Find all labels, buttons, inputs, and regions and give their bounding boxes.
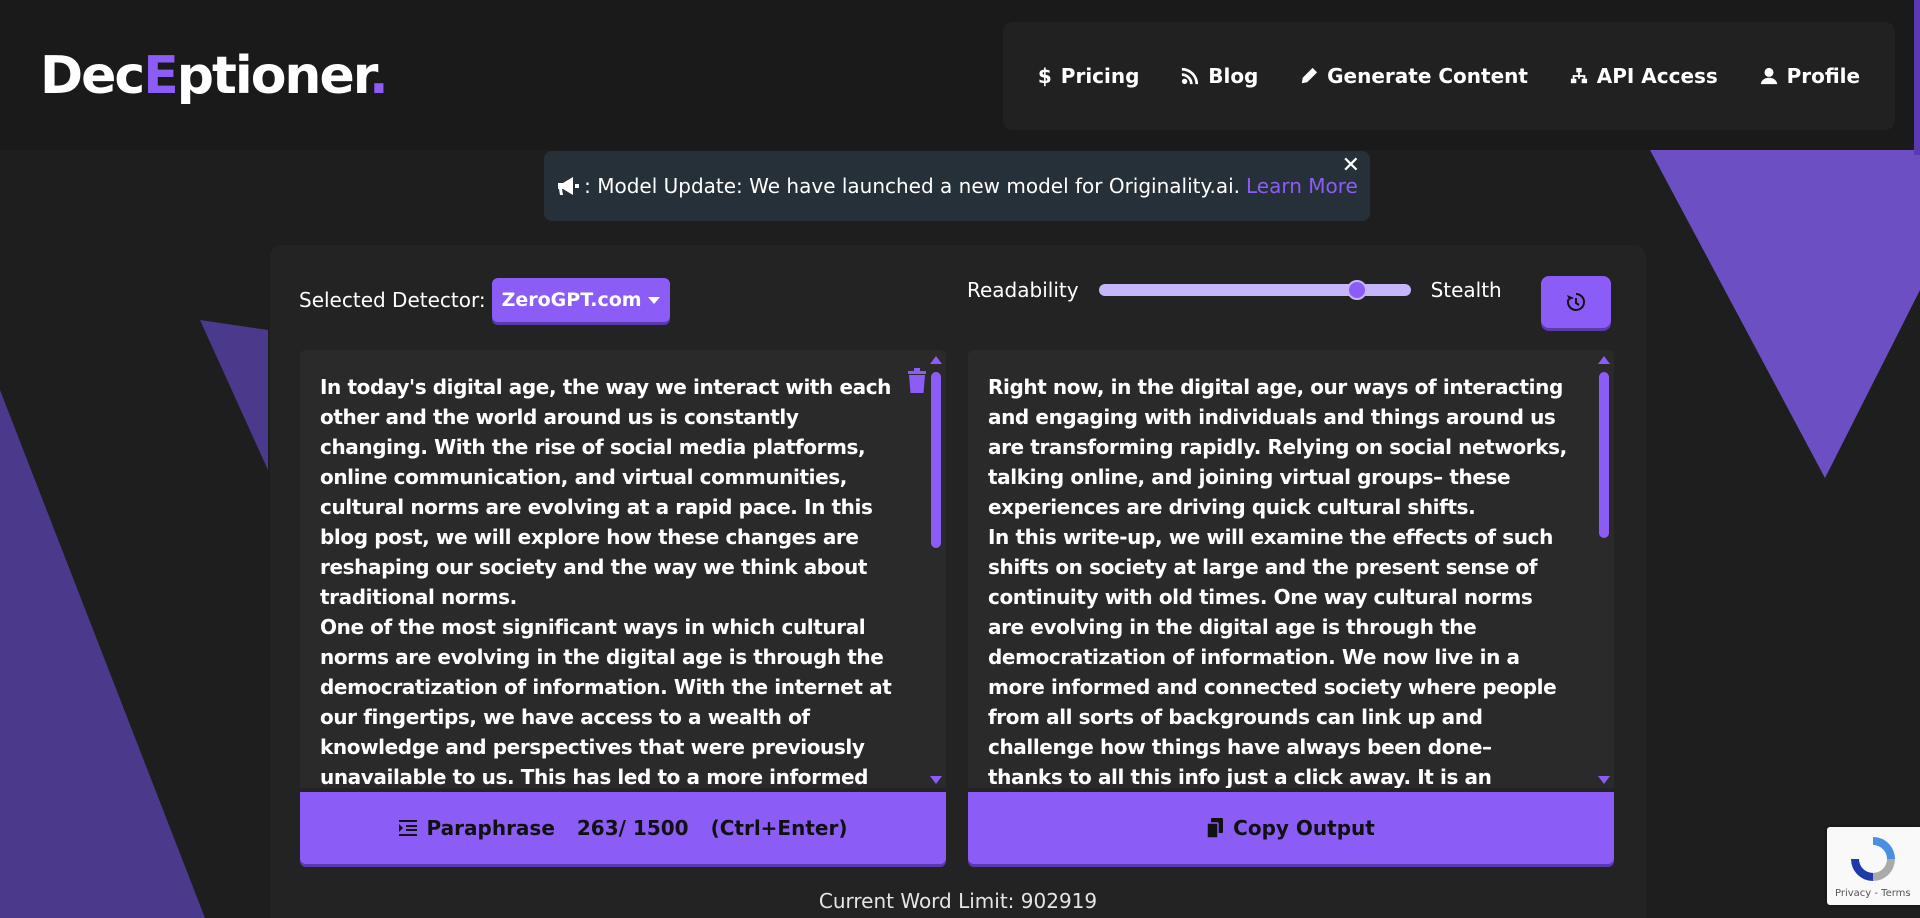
logo-dot: .	[368, 46, 389, 106]
header: DecEptioner. $ Pricing Blog Generate Con…	[0, 0, 1920, 150]
pen-icon	[1301, 67, 1318, 84]
detector-controls: Selected Detector: ZeroGPT.com	[299, 278, 670, 322]
scroll-down-arrow[interactable]	[930, 776, 942, 784]
output-text[interactable]: Right now, in the digital age, our ways …	[988, 372, 1570, 788]
paraphraser-panel: Selected Detector: ZeroGPT.com Readabili…	[270, 245, 1646, 918]
input-scrollbar-thumb[interactable]	[931, 372, 941, 548]
output-scrollbar-thumb[interactable]	[1599, 372, 1609, 538]
copy-output-label: Copy Output	[1233, 816, 1375, 840]
nav-profile-label: Profile	[1786, 64, 1861, 88]
sitemap-icon	[1570, 67, 1587, 84]
dollar-icon: $	[1037, 64, 1052, 88]
paraphrase-button[interactable]: Paraphrase 263/ 1500 (Ctrl+Enter)	[300, 792, 946, 864]
readability-label: Readability	[967, 278, 1079, 302]
paraphrase-label: Paraphrase	[426, 816, 555, 840]
nav-pricing[interactable]: $ Pricing	[1038, 64, 1140, 88]
readability-stealth-slider[interactable]	[1098, 280, 1411, 300]
detector-label: Selected Detector:	[299, 288, 486, 312]
chevron-down-icon	[647, 296, 660, 304]
readability-controls: Readability Stealth	[967, 278, 1502, 302]
detector-value: ZeroGPT.com	[501, 289, 642, 311]
nav-pricing-label: Pricing	[1060, 64, 1140, 88]
nav-bar: $ Pricing Blog Generate Content API Acce…	[1003, 22, 1895, 130]
recaptcha-badge[interactable]: Privacy - Terms	[1827, 827, 1920, 905]
history-button[interactable]	[1541, 276, 1611, 328]
keyboard-shortcut: (Ctrl+Enter)	[710, 816, 848, 840]
input-text[interactable]: In today's digital age, the way we inter…	[320, 372, 902, 788]
copy-icon	[1207, 818, 1224, 838]
copy-output-button[interactable]: Copy Output	[968, 792, 1614, 864]
trash-icon[interactable]	[906, 368, 928, 394]
nav-api-access-label: API Access	[1596, 64, 1718, 88]
nav-api-access[interactable]: API Access	[1570, 64, 1718, 88]
scroll-up-arrow[interactable]	[930, 356, 942, 364]
megaphone-icon	[558, 177, 580, 195]
logo-text-2: ptioner	[176, 46, 371, 106]
model-update-banner: : Model Update: We have launched a new m…	[544, 151, 1370, 221]
input-textarea[interactable]: In today's digital age, the way we inter…	[300, 350, 946, 788]
scroll-up-arrow[interactable]	[1598, 356, 1610, 364]
nav-profile[interactable]: Profile	[1760, 64, 1861, 88]
recaptcha-icon	[1851, 837, 1895, 881]
page-scrollbar[interactable]	[1914, 0, 1920, 155]
nav-blog[interactable]: Blog	[1181, 64, 1258, 88]
logo-text: Dec	[40, 46, 145, 106]
nav-generate-content[interactable]: Generate Content	[1300, 64, 1528, 88]
logo-accent: E	[143, 46, 179, 106]
nav-generate-content-label: Generate Content	[1327, 64, 1528, 88]
banner-text: : Model Update: We have launched a new m…	[584, 174, 1241, 198]
history-icon	[1567, 293, 1585, 311]
nav-blog-label: Blog	[1208, 64, 1259, 88]
word-limit-text: Current Word Limit: 902919	[818, 889, 1098, 913]
close-icon[interactable]: ✕	[1342, 153, 1360, 178]
slider-handle[interactable]	[1346, 280, 1367, 300]
user-icon	[1760, 67, 1777, 85]
stealth-label: Stealth	[1430, 278, 1502, 302]
recaptcha-text[interactable]: Privacy - Terms	[1835, 888, 1911, 899]
character-count: 263/ 1500	[576, 816, 689, 840]
scroll-down-arrow[interactable]	[1598, 776, 1610, 784]
detector-dropdown[interactable]: ZeroGPT.com	[491, 278, 670, 322]
output-textarea[interactable]: Right now, in the digital age, our ways …	[968, 350, 1614, 788]
logo[interactable]: DecEptioner.	[40, 46, 389, 106]
indent-icon	[398, 820, 417, 836]
blog-icon	[1182, 67, 1199, 85]
